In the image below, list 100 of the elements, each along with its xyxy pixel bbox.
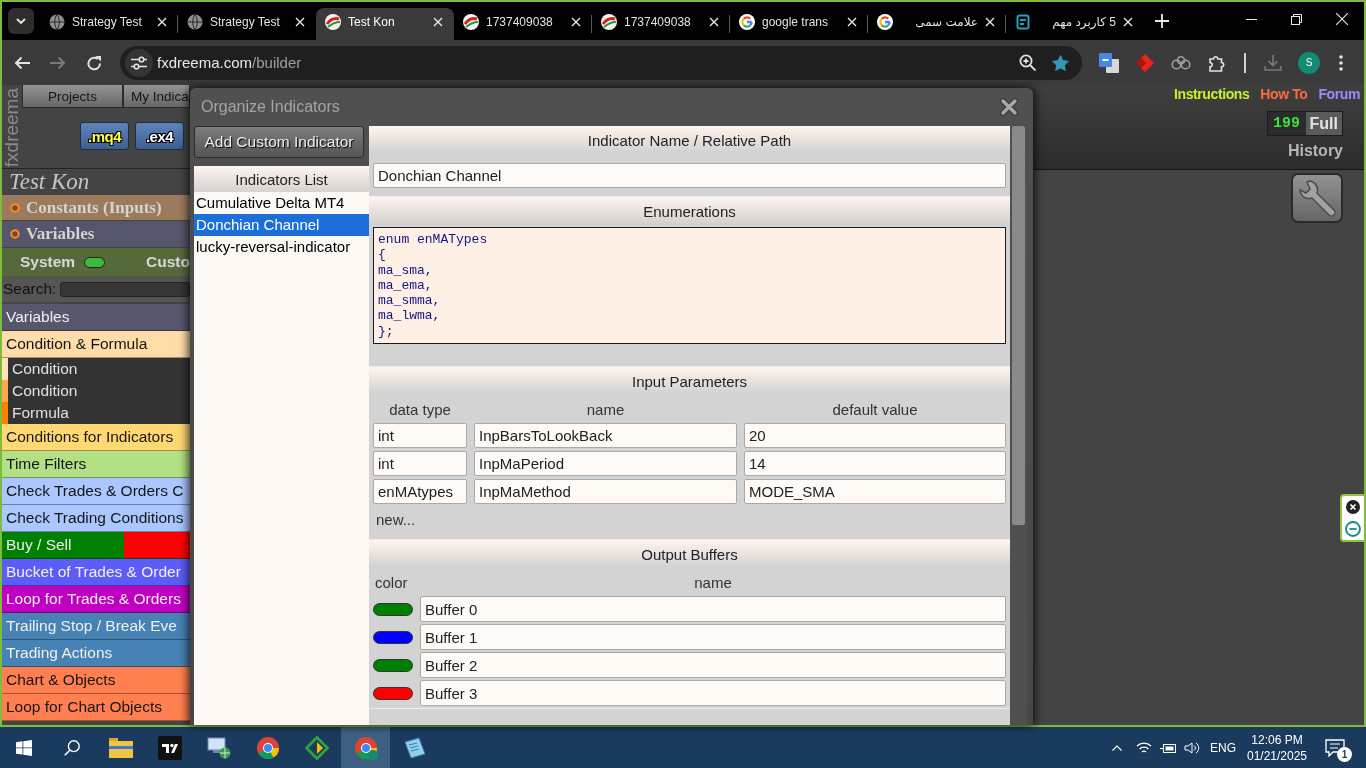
category-item[interactable]: Chart & Objects [2,667,190,694]
column-header: default value [832,400,918,418]
header-link[interactable]: How To [1260,86,1308,103]
ring-logo-icon[interactable] [1345,520,1361,537]
category-item[interactable]: Time Filters [2,451,190,478]
chevron-up-icon[interactable] [1112,744,1122,751]
subcategory-item[interactable]: Formula [2,402,190,424]
browser-tab[interactable]: google trans [730,8,868,40]
close-icon[interactable] [157,17,167,27]
new-link[interactable]: new... [373,510,416,528]
profile-button[interactable]: S [1298,51,1320,74]
close-icon[interactable] [985,17,995,27]
default-value-field[interactable]: 20 [744,423,1006,448]
category-item[interactable]: Variables [2,304,190,331]
document-icon [403,736,426,759]
param-name-field[interactable]: InpMaPeriod [474,451,737,476]
zoom-icon [1018,54,1036,71]
file-type-button[interactable]: .ex4 [135,122,184,150]
category-item[interactable]: Conditions for Indicators [2,424,190,451]
close-icon[interactable] [1346,499,1360,514]
reload-icon [86,54,102,71]
code-field[interactable]: enum enMATypes { ma_sma, ma_ema, ma_smma, ma_lwma, }; [373,227,1006,344]
category-item[interactable]: Bucket of Trades & Order [2,559,190,586]
clock-date[interactable]: 01/21/2025 [1246,747,1308,764]
browser-tab[interactable]: Test Kon [316,8,454,40]
swoosh-logo-icon [601,14,617,30]
data-type-field[interactable]: int [373,451,467,476]
list-item[interactable]: Donchian Channel [194,214,369,236]
close-icon[interactable] [295,17,305,27]
plus-icon [1155,14,1169,28]
close-icon[interactable] [571,17,581,27]
swatch-icon[interactable] [373,602,413,616]
section-bar[interactable]: Variables [2,221,190,247]
scrollbar[interactable] [1010,126,1027,725]
add-indicator-button[interactable]: Add Custom Indicator [194,126,364,158]
tools-button[interactable] [1291,173,1343,223]
computer-icon [206,736,231,759]
address-bar[interactable]: fxdreema.com/builder [120,45,1082,80]
count-value: 199 [1267,112,1306,135]
name-field[interactable]: Donchian Channel [373,163,1006,188]
header-link[interactable]: Forum [1318,86,1360,103]
nav-tab[interactable]: Projects [22,85,123,108]
category-item[interactable]: Loop for Trades & Orders [2,586,190,613]
list-item[interactable]: lucky-reversal-indicator [194,236,369,258]
buffer-name-field[interactable]: Buffer 2 [420,652,1006,678]
globe-icon [187,14,203,30]
notification-count: 1 [1337,747,1352,762]
data-type-field[interactable]: enMAtypes [373,479,467,504]
speaker-icon[interactable] [1184,740,1200,755]
buffer-name-field[interactable]: Buffer 3 [420,680,1006,706]
header-link[interactable]: Instructions [1174,86,1250,103]
param-name-field[interactable]: InpBarsToLookBack [474,423,737,448]
history-link[interactable]: History [1287,142,1343,160]
browser-tab[interactable]: Strategy Test [40,8,178,40]
swatch-icon[interactable] [373,658,413,672]
category-item[interactable]: Condition & Formula [2,331,190,358]
list-item[interactable]: Cumulative Delta MT4 [194,192,369,214]
clock-time[interactable]: 12:06 PM [1251,731,1303,748]
tab-search-button[interactable] [8,8,34,34]
site-info-button[interactable] [125,48,153,77]
notification-button[interactable]: 1 [1314,727,1356,768]
search-label: Search: [2,280,57,298]
close-icon [1335,13,1348,25]
close-button[interactable] [1000,98,1018,116]
browser-tab[interactable]: 1737409038 [592,8,730,40]
category-item[interactable]: Trading Actions [2,640,190,667]
nav-tab[interactable]: My Indica [123,85,190,108]
close-icon[interactable] [709,17,719,27]
buffer-name-field[interactable]: Buffer 0 [420,596,1006,622]
data-type-field[interactable]: int [373,423,467,448]
category-item[interactable]: Trailing Stop / Break Eve [2,613,190,640]
plan-label[interactable]: Full [1305,112,1342,135]
category-item[interactable]: Check Trading Conditions [2,505,190,532]
switch-label[interactable]: System [20,253,76,271]
language-indicator[interactable]: ENG [1210,740,1236,755]
close-icon[interactable] [1123,17,1133,27]
search-field[interactable] [60,281,190,297]
wifi-icon[interactable] [1136,741,1152,754]
browser-tab[interactable]: 1737409038 [454,8,592,40]
category-item[interactable]: Loop for Chart Objects [2,694,190,721]
battery-icon[interactable] [1160,741,1176,754]
default-value-field[interactable]: MODE_SMA [744,479,1006,504]
toggle-switch[interactable] [84,256,106,268]
subcategory-item[interactable]: Condition [2,380,190,402]
subcategory-item[interactable]: Condition [2,358,190,380]
swatch-icon[interactable] [373,630,413,644]
file-type-button[interactable]: .mq4 [80,122,129,150]
category-item[interactable]: Buy / Sell [2,532,190,559]
browser-tab[interactable]: علامت سمی [868,8,1006,40]
close-icon[interactable] [433,17,443,27]
swatch-icon[interactable] [373,686,413,700]
default-value-field[interactable]: 14 [744,451,1006,476]
switch-label[interactable]: Custo [146,253,190,271]
folder-icon [108,737,133,758]
buffer-name-field[interactable]: Buffer 1 [420,624,1006,650]
browser-tab[interactable]: 5 کاربرد مهم [1006,8,1144,40]
close-icon[interactable] [847,17,857,27]
category-item[interactable]: Check Trades & Orders C [2,478,190,505]
browser-tab[interactable]: Strategy Test [178,8,316,40]
param-name-field[interactable]: InpMaMethod [474,479,737,504]
